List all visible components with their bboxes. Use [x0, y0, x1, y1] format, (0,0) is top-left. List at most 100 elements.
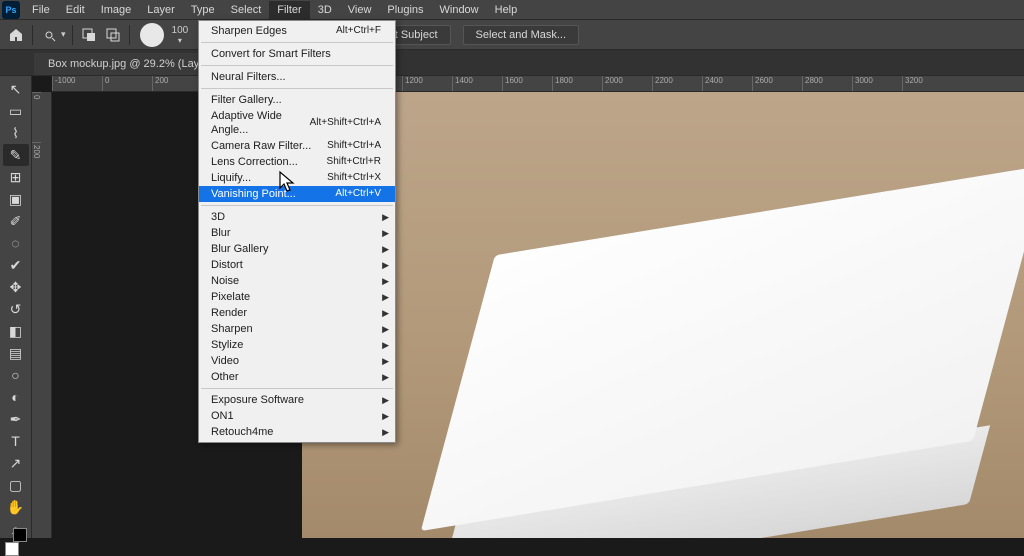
workspace: ↖▭⌇✎⊞▣✐◌✔✥↺◧▤○◐✒T↗▢✋⌕ -10000200400600800…: [0, 76, 1024, 538]
ps-logo: Ps: [2, 1, 20, 19]
background-color-swatch[interactable]: [13, 528, 27, 542]
menu-help[interactable]: Help: [487, 1, 526, 19]
quick-select-tool[interactable]: ✎: [3, 144, 29, 166]
frame-tool[interactable]: ▣: [3, 188, 29, 210]
menuitem-label: Other: [211, 370, 239, 384]
menuitem-label: Noise: [211, 274, 239, 288]
menuitem-vanishing-point[interactable]: Vanishing Point...Alt+Ctrl+V: [199, 186, 395, 202]
menuitem-3d[interactable]: 3D ▶: [199, 209, 395, 225]
type-tool[interactable]: T: [3, 430, 29, 452]
menu-separator: [201, 388, 393, 389]
move-tool[interactable]: ↖: [3, 78, 29, 100]
menu-3d[interactable]: 3D: [310, 1, 340, 19]
foreground-color-swatch[interactable]: [5, 542, 19, 556]
lasso-tool[interactable]: ⌇: [3, 122, 29, 144]
menu-layer[interactable]: Layer: [139, 1, 183, 19]
menuitem-label: Pixelate: [211, 290, 250, 304]
submenu-arrow-icon: ▶: [382, 425, 389, 439]
clone-tool[interactable]: ✥: [3, 276, 29, 298]
menuitem-on1[interactable]: ON1▶: [199, 408, 395, 424]
submenu-arrow-icon: ▶: [382, 210, 389, 224]
menuitem-blur[interactable]: Blur▶: [199, 225, 395, 241]
menuitem-sharpen[interactable]: Sharpen▶: [199, 321, 395, 337]
separator: [129, 25, 130, 45]
submenu-arrow-icon: ▶: [382, 290, 389, 304]
menuitem-label: Adaptive Wide Angle...: [211, 109, 310, 137]
menuitem-neural-filters[interactable]: Neural Filters...: [199, 69, 395, 85]
ruler-vertical: 0200: [32, 92, 52, 538]
blur-tool[interactable]: ○: [3, 364, 29, 386]
menuitem-shortcut: Shift+Ctrl+A: [327, 139, 381, 153]
crop-tool[interactable]: ⊞: [3, 166, 29, 188]
menuitem-exposure-software[interactable]: Exposure Software▶: [199, 392, 395, 408]
menuitem-shortcut: Shift+Ctrl+R: [327, 155, 381, 169]
menuitem-label: Blur: [211, 226, 231, 240]
brush-preview-icon[interactable]: [140, 23, 164, 47]
menu-edit[interactable]: Edit: [58, 1, 93, 19]
brush-tool[interactable]: ✔: [3, 254, 29, 276]
menuitem-lens-correction[interactable]: Lens Correction... Shift+Ctrl+R: [199, 154, 395, 170]
rectangle-tool[interactable]: ▢: [3, 474, 29, 496]
menu-view[interactable]: View: [340, 1, 380, 19]
canvas-image: [302, 92, 1024, 538]
menuitem-sharpen-edges[interactable]: Sharpen EdgesAlt+Ctrl+F: [199, 23, 395, 39]
submenu-arrow-icon: ▶: [382, 354, 389, 368]
menu-select[interactable]: Select: [223, 1, 270, 19]
menuitem-distort[interactable]: Distort ▶: [199, 257, 395, 273]
menu-plugins[interactable]: Plugins: [379, 1, 431, 19]
canvas-area[interactable]: -100002004006008001000120014001600180020…: [32, 76, 1024, 538]
menuitem-label: 3D: [211, 210, 225, 224]
quick-select-mode-icon[interactable]: [39, 25, 59, 45]
menu-type[interactable]: Type: [183, 1, 223, 19]
subtract-selection-icon[interactable]: [103, 25, 123, 45]
pen-tool[interactable]: ✒: [3, 408, 29, 430]
options-bar: ▾ 100 ▾ Select Subject Select and Mask..…: [0, 20, 1024, 50]
history-brush-tool[interactable]: ↺: [3, 298, 29, 320]
menuitem-label: Stylize: [211, 338, 243, 352]
menuitem-liquify[interactable]: Liquify...Shift+Ctrl+X: [199, 170, 395, 186]
menuitem-adaptive-wide-angle[interactable]: Adaptive Wide Angle...Alt+Shift+Ctrl+A: [199, 108, 395, 138]
marquee-tool[interactable]: ▭: [3, 100, 29, 122]
menuitem-noise[interactable]: Noise▶: [199, 273, 395, 289]
menuitem-video[interactable]: Video ▶: [199, 353, 395, 369]
home-icon[interactable]: [6, 25, 26, 45]
menu-separator: [201, 205, 393, 206]
hand-tool[interactable]: ✋: [3, 496, 29, 518]
eraser-tool[interactable]: ◧: [3, 320, 29, 342]
select-and-mask-button[interactable]: Select and Mask...: [463, 25, 580, 45]
menuitem-label: Distort: [211, 258, 243, 272]
menuitem-label: Filter Gallery...: [211, 93, 282, 107]
menuitem-label: Blur Gallery: [211, 242, 268, 256]
menu-separator: [201, 88, 393, 89]
path-select-tool[interactable]: ↗: [3, 452, 29, 474]
menu-image[interactable]: Image: [93, 1, 140, 19]
menu-filter[interactable]: Filter: [269, 1, 309, 19]
menuitem-stylize[interactable]: Stylize▶: [199, 337, 395, 353]
menuitem-retouch4me[interactable]: Retouch4me▶: [199, 424, 395, 440]
healing-tool[interactable]: ◌: [3, 232, 29, 254]
submenu-arrow-icon: ▶: [382, 370, 389, 384]
menuitem-blur-gallery[interactable]: Blur Gallery▶: [199, 241, 395, 257]
separator: [72, 25, 73, 45]
dodge-tool[interactable]: ◐: [3, 386, 29, 408]
menuitem-label: Lens Correction...: [211, 155, 298, 169]
menuitem-other[interactable]: Other ▶: [199, 369, 395, 385]
menuitem-shortcut: Shift+Ctrl+X: [327, 171, 381, 185]
add-selection-icon[interactable]: [79, 25, 99, 45]
menuitem-label: Video: [211, 354, 239, 368]
submenu-arrow-icon: ▶: [382, 258, 389, 272]
document-tabbar: Box mockup.jpg @ 29.2% (Layer 1, RGB ×: [0, 50, 1024, 76]
menu-window[interactable]: Window: [432, 1, 487, 19]
menuitem-shortcut: Alt+Ctrl+V: [335, 187, 381, 201]
menuitem-pixelate[interactable]: Pixelate ▶: [199, 289, 395, 305]
menu-file[interactable]: File: [24, 1, 58, 19]
menuitem-render[interactable]: Render▶: [199, 305, 395, 321]
menuitem-camera-raw-filter[interactable]: Camera Raw Filter... Shift+Ctrl+A: [199, 138, 395, 154]
menuitem-filter-gallery[interactable]: Filter Gallery...: [199, 92, 395, 108]
menuitem-convert-for-smart-filters[interactable]: Convert for Smart Filters: [199, 46, 395, 62]
gradient-tool[interactable]: ▤: [3, 342, 29, 364]
toolbar: ↖▭⌇✎⊞▣✐◌✔✥↺◧▤○◐✒T↗▢✋⌕: [0, 76, 32, 538]
menuitem-label: Camera Raw Filter...: [211, 139, 311, 153]
eyedropper-tool[interactable]: ✐: [3, 210, 29, 232]
menu-separator: [201, 65, 393, 66]
